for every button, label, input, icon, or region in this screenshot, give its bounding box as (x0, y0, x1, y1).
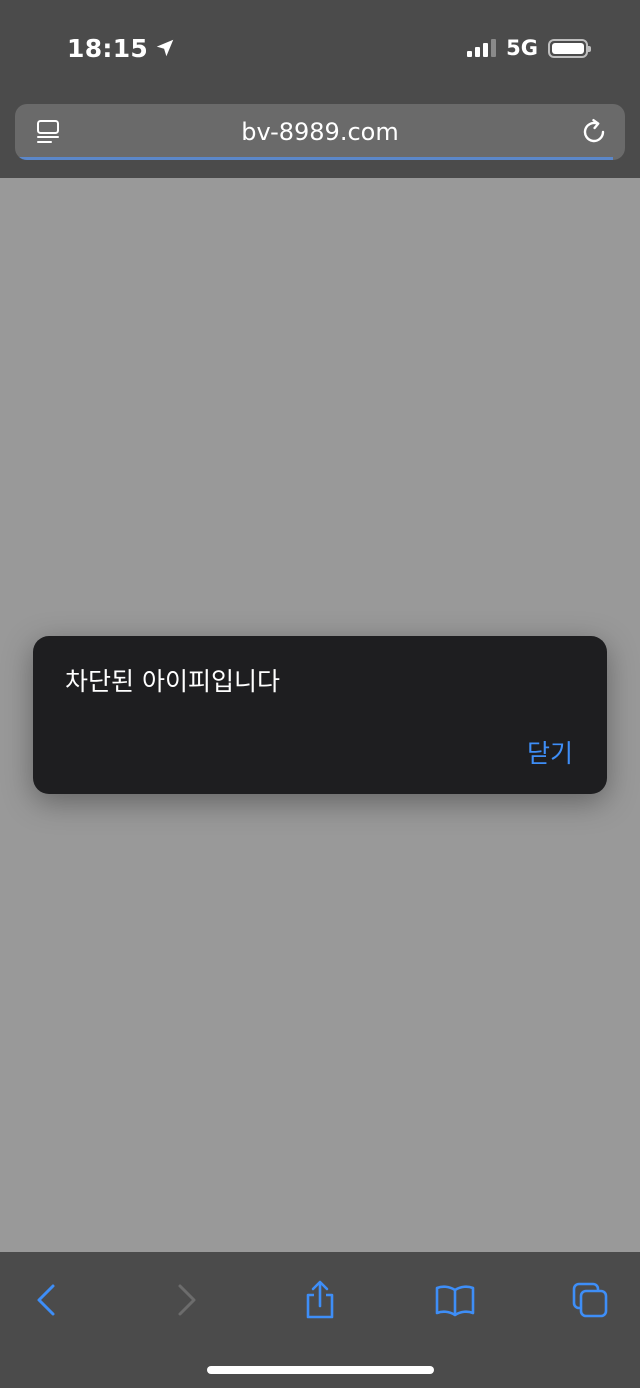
status-indicators: 5G (467, 32, 591, 64)
tabs-icon (572, 1282, 608, 1318)
back-button[interactable] (23, 1276, 71, 1324)
alert-dialog: 차단된 아이피입니다 닫기 (33, 636, 607, 794)
bottom-toolbar (0, 1252, 640, 1388)
bookmarks-book-icon (435, 1285, 475, 1317)
share-icon (306, 1280, 334, 1319)
address-bar[interactable]: bv-8989.com (15, 104, 625, 160)
forward-button[interactable] (162, 1276, 210, 1324)
back-chevron-icon (37, 1284, 55, 1316)
bookmarks-button[interactable] (431, 1276, 479, 1324)
network-type: 5G (506, 36, 538, 60)
top-chrome: 18:15 5G bv-8989.com (0, 0, 640, 178)
status-time: 18:15 (67, 30, 176, 66)
page-load-progress (15, 157, 613, 160)
alert-message: 차단된 아이피입니다 (65, 667, 280, 696)
browser-screen: 18:15 5G bv-8989.com 차단된 아이피입니다 닫기 (0, 0, 640, 1388)
reload-icon[interactable] (579, 117, 609, 147)
cellular-signal-icon (467, 39, 497, 57)
tabs-button[interactable] (566, 1276, 614, 1324)
url-text[interactable]: bv-8989.com (15, 104, 625, 160)
forward-chevron-icon (178, 1284, 196, 1316)
location-arrow-icon (156, 39, 174, 57)
home-indicator[interactable] (207, 1366, 434, 1374)
share-button[interactable] (296, 1276, 344, 1324)
time-text: 18:15 (67, 33, 149, 63)
close-button[interactable]: 닫기 (527, 734, 573, 770)
battery-icon (548, 38, 591, 58)
